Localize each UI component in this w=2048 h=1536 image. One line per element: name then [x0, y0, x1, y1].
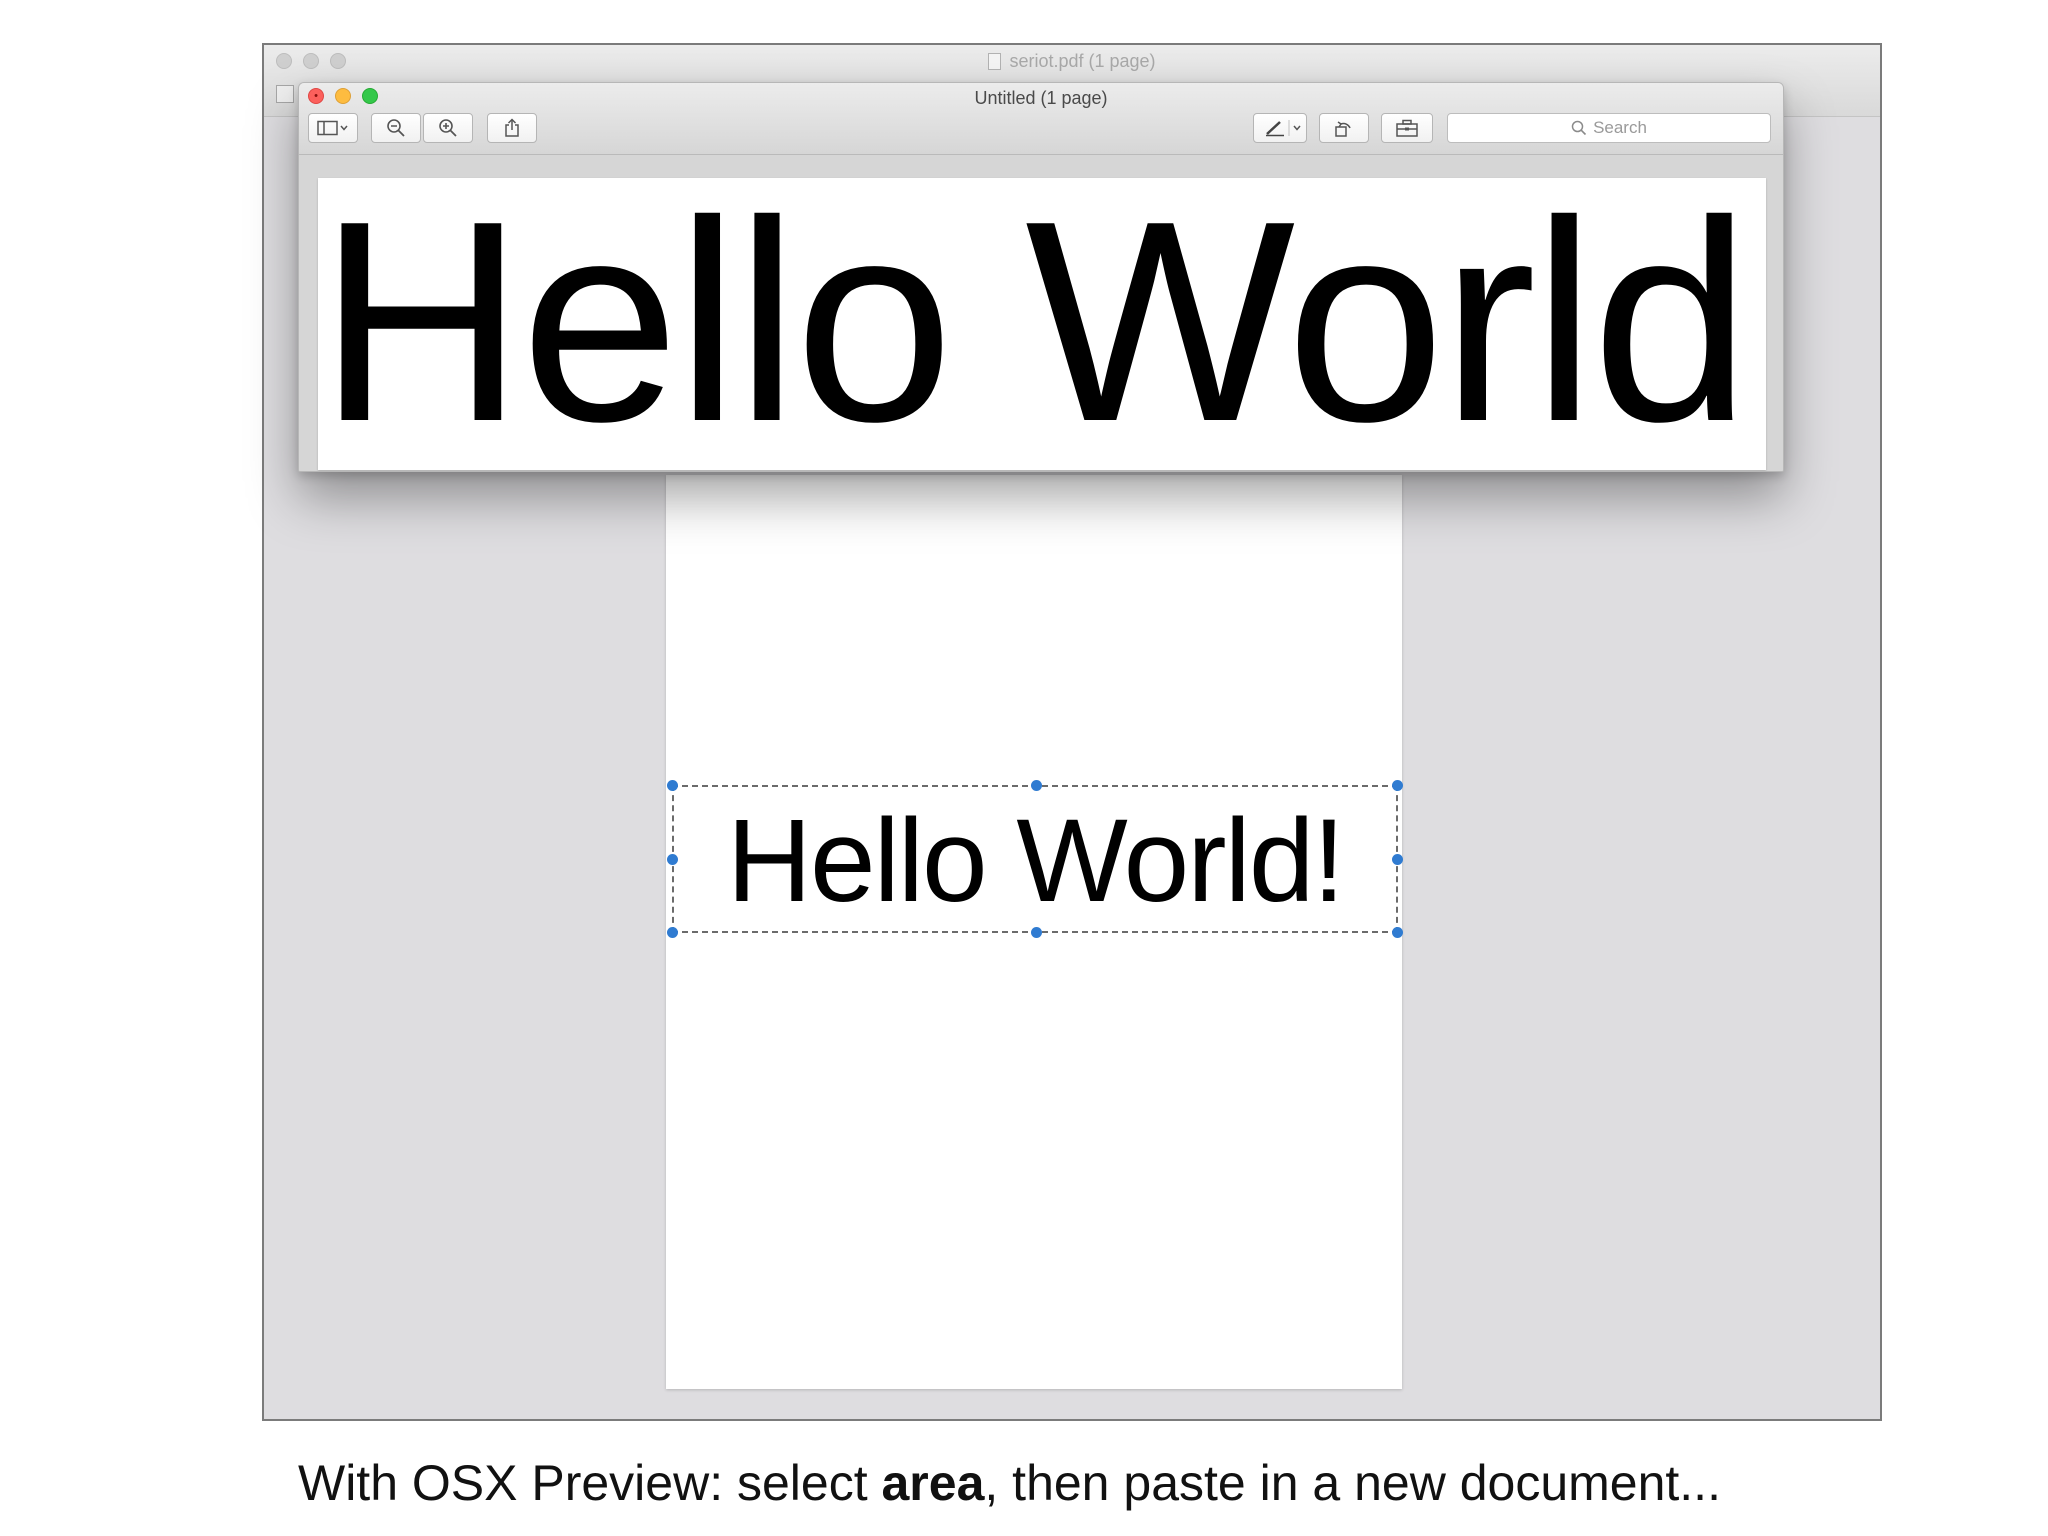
back-page-text: Hello World! — [726, 795, 1345, 927]
pasted-page-text: Hello World! — [318, 178, 1766, 470]
zoom-in-button[interactable] — [423, 113, 473, 143]
front-window-titlebar[interactable]: • Untitled (1 page) Search — [299, 83, 1783, 155]
sidebar-toggle-button[interactable] — [308, 113, 358, 143]
front-window-content: Hello World! — [299, 155, 1783, 471]
sidebar-icon — [317, 120, 348, 136]
back-pdf-page[interactable]: Hello World! — [666, 475, 1403, 1389]
search-icon — [1571, 120, 1587, 136]
selection-handle-top-middle[interactable] — [1031, 780, 1042, 791]
back-sidebar-button[interactable] — [276, 85, 294, 103]
markup-pen-button[interactable] — [1253, 113, 1307, 143]
preview-window-untitled: • Untitled (1 page) Search Hello World! — [298, 82, 1784, 472]
caption-bold: area — [881, 1455, 985, 1511]
zoom-in-icon — [439, 119, 457, 137]
share-button[interactable] — [487, 113, 537, 143]
zoom-out-button[interactable] — [371, 113, 421, 143]
share-icon — [505, 118, 519, 137]
rotate-icon — [1335, 121, 1351, 137]
caption-prefix: With OSX Preview: select — [298, 1455, 882, 1511]
area-selection[interactable]: Hello World! — [667, 780, 1403, 938]
pasted-page[interactable]: Hello World! — [318, 178, 1766, 470]
back-window-title-text: seriot.pdf (1 page) — [1009, 51, 1156, 71]
slide-caption: With OSX Preview: select area, then past… — [298, 1454, 1721, 1512]
toolbox-icon — [1396, 119, 1418, 137]
search-field[interactable]: Search — [1447, 113, 1771, 143]
back-window-title: seriot.pdf (1 page) — [264, 51, 1880, 72]
front-window-title: Untitled (1 page) — [974, 88, 1108, 108]
selection-handle-top-left[interactable] — [667, 780, 678, 791]
markup-pen-icon — [1266, 120, 1301, 137]
zoom-out-icon — [387, 119, 405, 137]
selection-handle-top-right[interactable] — [1392, 780, 1403, 791]
pdf-document-icon — [988, 53, 1002, 70]
rotate-button[interactable] — [1319, 113, 1369, 143]
search-placeholder: Search — [1593, 118, 1647, 137]
toolbox-button[interactable] — [1381, 113, 1433, 143]
slide: seriot.pdf (1 page) Hello World! • Untit… — [0, 0, 2048, 1536]
caption-suffix: , then paste in a new document... — [984, 1455, 1721, 1511]
